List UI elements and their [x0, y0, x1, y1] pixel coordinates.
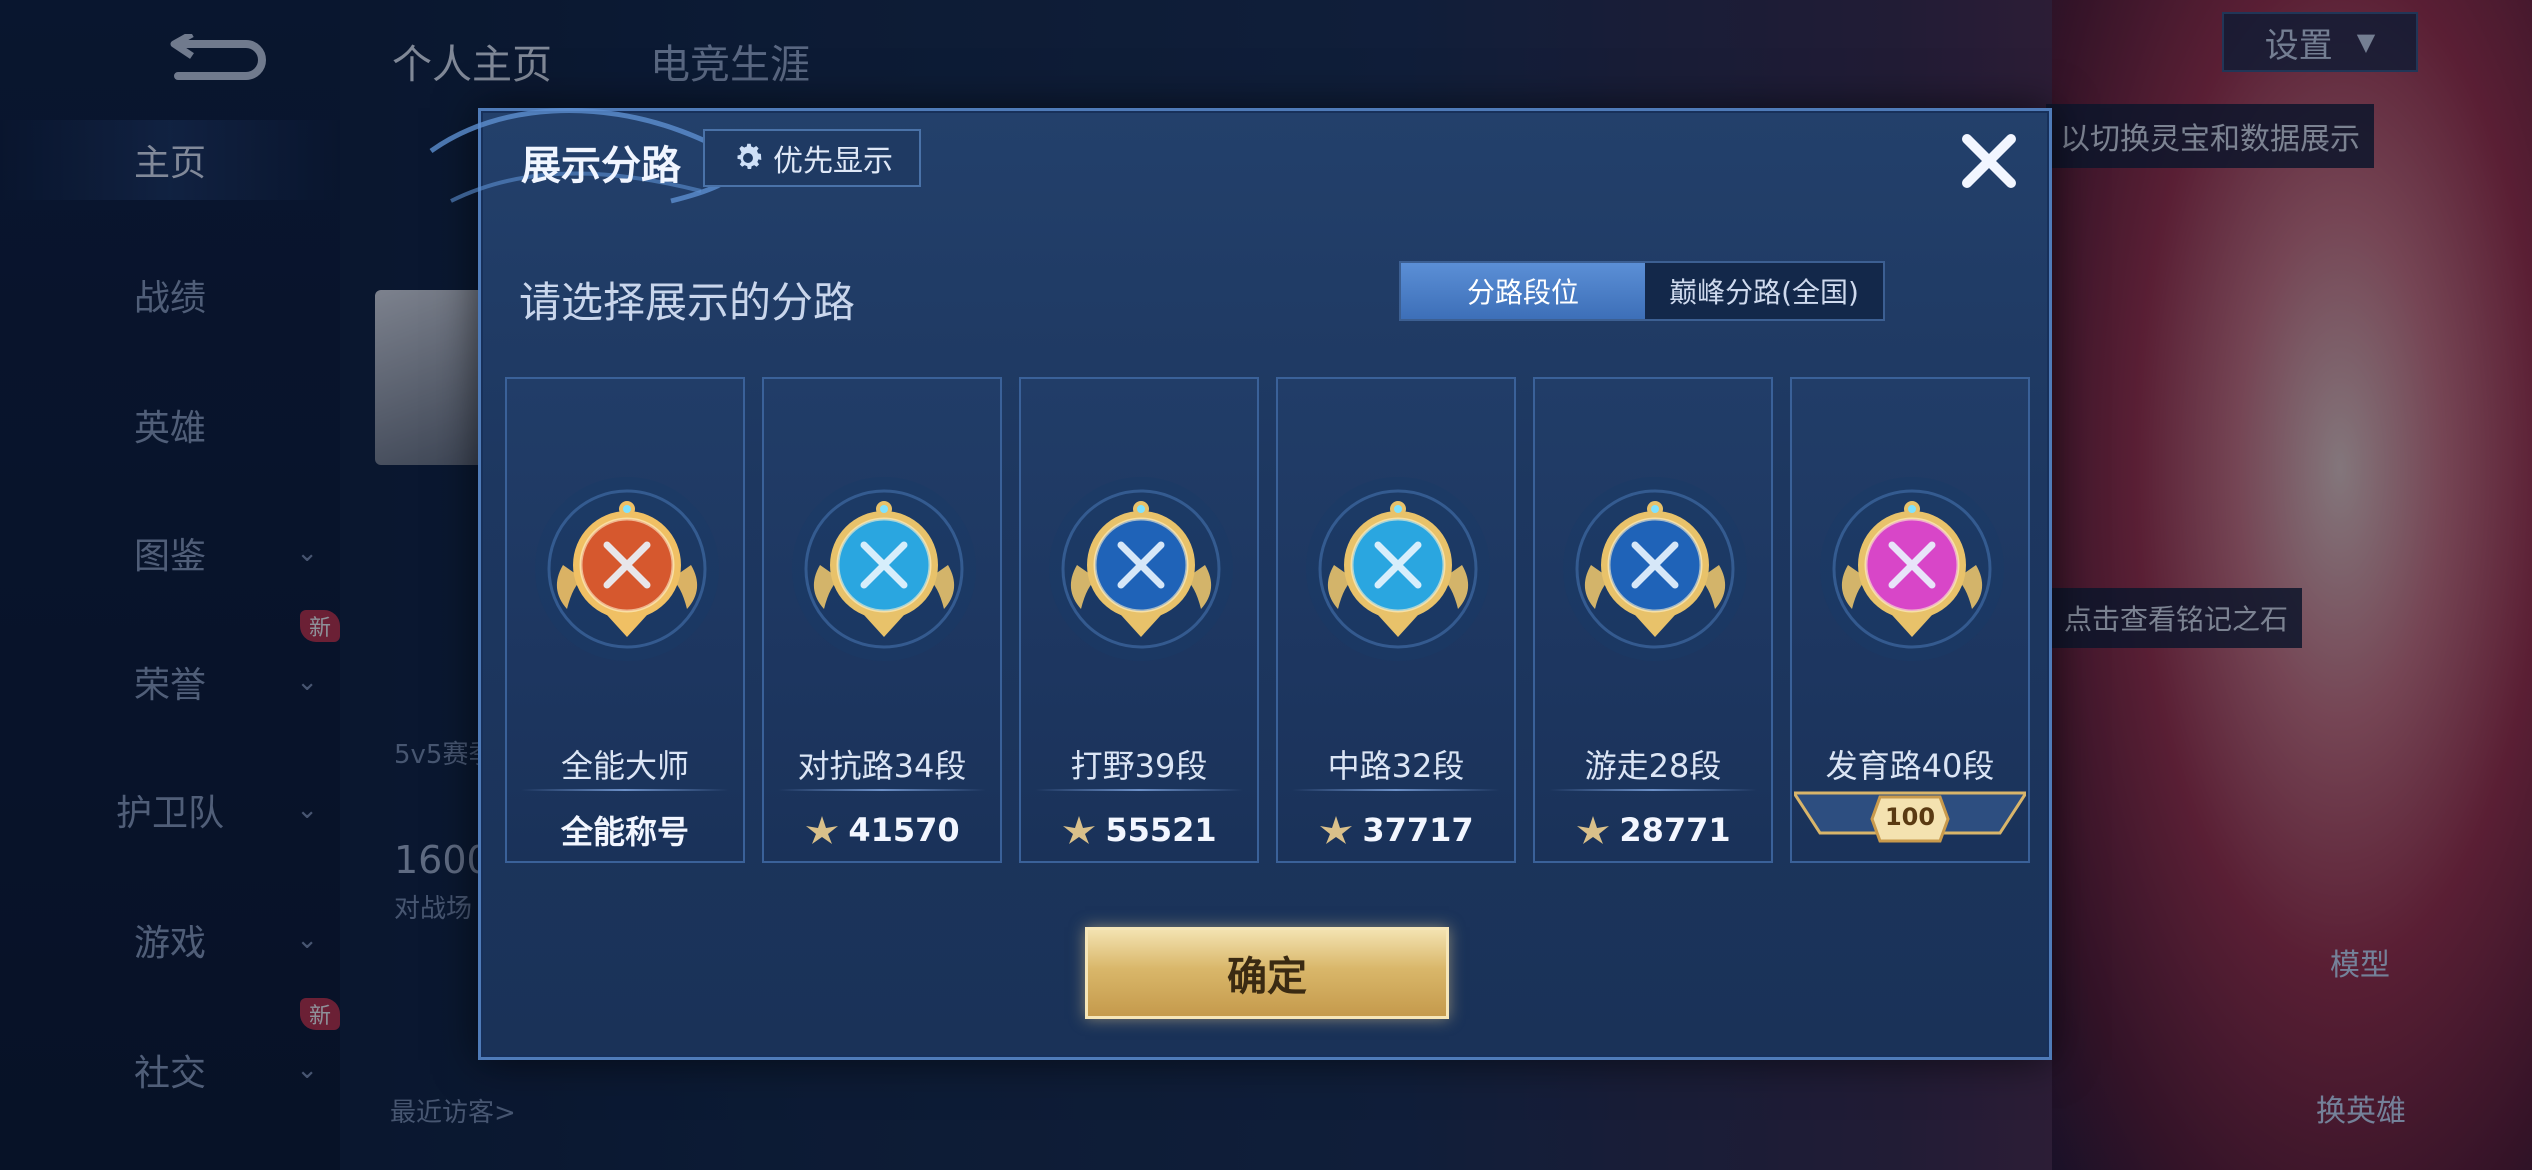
lane-segment-toggle: 分路段位 巅峰分路(全国): [1399, 261, 1885, 321]
lane-score: 37717: [1278, 801, 1514, 859]
lane-card[interactable]: 全能大师 全能称号: [505, 377, 745, 863]
lane-score: 28771: [1535, 801, 1771, 859]
lane-cards: 全能大师 全能称号 对抗路34段 41570 打野39段 55521 中路32段 37717 游…: [505, 377, 2031, 863]
roam-wings-badge-icon: [1563, 477, 1747, 661]
lane-rank-label: 全能大师: [560, 747, 689, 785]
priority-display-label: 优先显示: [773, 144, 893, 179]
segment-lane-rank[interactable]: 分路段位: [1401, 263, 1645, 319]
dialog-subtitle: 请选择展示的分路: [519, 278, 856, 327]
lane-score: 55521: [1021, 801, 1257, 859]
priority-display-button[interactable]: 优先显示: [703, 129, 921, 187]
confirm-button[interactable]: 确定: [1085, 927, 1449, 1019]
lane-rank-label: 打野39段: [1070, 747, 1208, 785]
lane-score-value: 41570: [848, 811, 960, 849]
divider: [1549, 789, 1757, 791]
power-score-icon: [1577, 816, 1610, 844]
rank-number: 100: [1884, 803, 1936, 831]
divider: [1292, 789, 1500, 791]
power-score-icon: [1063, 816, 1096, 844]
lane-card[interactable]: 对抗路34段 41570: [762, 377, 1002, 863]
mid-lane-badge-icon: [1306, 477, 1490, 661]
lane-rank-label: 游走28段: [1584, 747, 1722, 785]
lane-score: 41570: [764, 801, 1000, 859]
lane-rank-label: 中路32段: [1327, 747, 1465, 785]
clash-lane-badge-icon: [792, 477, 976, 661]
power-score-icon: [806, 816, 839, 844]
lane-score-value: 55521: [1105, 811, 1217, 849]
farm-lane-badge-icon: [1820, 477, 2004, 661]
lane-card[interactable]: 中路32段 37717: [1276, 377, 1516, 863]
close-button[interactable]: [1953, 125, 2025, 197]
divider: [521, 789, 729, 791]
gear-icon: [737, 143, 762, 170]
segment-peak-lane[interactable]: 巅峰分路(全国): [1645, 263, 1883, 319]
lane-score-value: 28771: [1619, 811, 1731, 849]
title-label: 全能称号: [560, 813, 689, 851]
screen: 主页 战绩 英雄 图鉴 ⌄ 荣誉 ⌄ 新护卫队 ⌄ 游戏 ⌄ 社交 ⌄ 新 个人主页 电竞生涯 5v5赛季…: [0, 0, 2532, 1170]
lane-score-value: 37717: [1362, 811, 1474, 849]
divider: [1035, 789, 1243, 791]
lane-card[interactable]: 打野39段 55521: [1019, 377, 1259, 863]
dialog-title: 展示分路: [521, 143, 681, 189]
lane-rank-label: 对抗路34段: [797, 747, 967, 785]
lane-display-dialog: 展示分路 优先显示 请选择展示的分路 分路段位 巅峰分路(全国) 全能大师全能称…: [429, 108, 2052, 1060]
lane-rank-label: 发育路40段: [1825, 747, 1995, 785]
lane-card[interactable]: 发育路40段 100: [1790, 377, 2030, 863]
divider: [778, 789, 986, 791]
jungle-dragon-badge-icon: [1049, 477, 1233, 661]
power-score-icon: [1320, 816, 1353, 844]
allround-master-badge-icon: [535, 477, 719, 661]
lane-card[interactable]: 游走28段 28771: [1533, 377, 1773, 863]
close-icon: [1962, 134, 2016, 188]
